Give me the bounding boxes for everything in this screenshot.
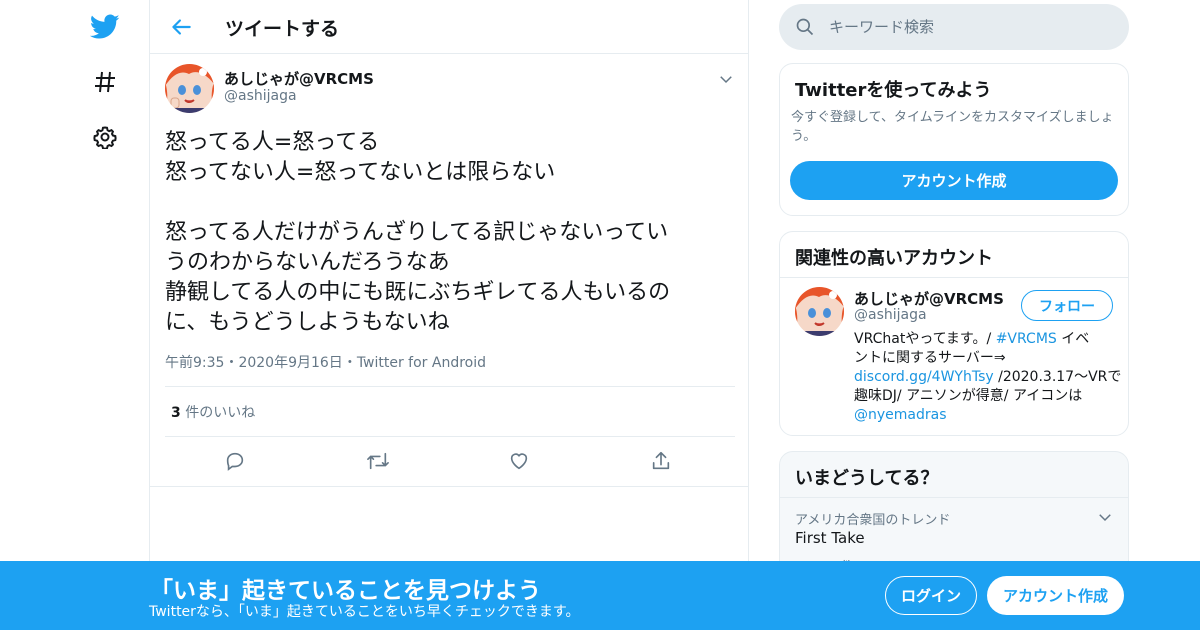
divider <box>165 436 735 437</box>
like-icon[interactable] <box>508 450 532 474</box>
tweet-actions <box>165 450 735 474</box>
banner-title: 「いま」起きていることを見つけよう <box>150 578 541 604</box>
share-icon[interactable] <box>650 450 674 474</box>
meta-separator: ・ <box>342 355 357 371</box>
create-account-button[interactable]: アカウント作成 <box>790 161 1118 200</box>
search-icon <box>795 17 815 37</box>
twitter-logo-icon[interactable] <box>90 12 120 42</box>
bio-url-link[interactable]: discord.gg/4WYhTsy <box>854 369 994 385</box>
page-title: ツイートする <box>225 18 340 40</box>
like-count-label: 件のいいね <box>185 405 256 421</box>
bio-text: VRChatやってます。/ <box>854 331 996 347</box>
divider <box>165 386 735 387</box>
tweet-text-line <box>165 188 735 218</box>
page-header: ツイートする <box>150 0 748 54</box>
trends-card-title: いまどうしてる？ <box>795 468 939 489</box>
chevron-down-icon[interactable] <box>717 70 735 88</box>
author-name[interactable]: あしじゃが@VRCMS <box>224 68 374 89</box>
bio-hashtag-link[interactable]: #VRCMS <box>996 331 1057 347</box>
bio-mention-link[interactable]: @nyemadras <box>854 407 947 423</box>
related-account-handle[interactable]: @ashijaga <box>854 307 927 323</box>
related-account-bio: VRChatやってます。/ #VRCMS イベ ントに関するサーバー⇒ disc… <box>854 330 1122 425</box>
login-button[interactable]: ログイン <box>885 576 977 615</box>
tweet-time[interactable]: 午前9:35 <box>165 355 224 371</box>
bio-text: イベ <box>1056 331 1090 347</box>
hashtag-icon[interactable] <box>90 67 120 97</box>
main-column: ツイートする あしじゃが@VRCMS @ashijaga 怒ってる人=怒ってる … <box>149 0 749 630</box>
banner-subtitle: Twitterなら、「いま」起きていることをいち早くチェックできます。 <box>149 604 580 620</box>
bio-line: VRChatやってます。/ #VRCMS イベ <box>854 330 1119 349</box>
signup-card-title: Twitterを使ってみよう <box>795 80 992 101</box>
tweet-text-line: 怒ってない人=怒ってないとは限らない <box>165 160 556 185</box>
gear-icon[interactable] <box>90 122 120 152</box>
like-count-value: 3 <box>171 405 181 421</box>
tweet-text-line: 静観してる人の中にも既にぶちギレてる人もいるの <box>165 280 671 305</box>
trend-context: アメリカ合衆国のトレンド <box>795 513 951 528</box>
related-card-title: 関連性の高いアカウント <box>795 248 993 269</box>
bio-line: @nyemadras <box>854 406 1119 425</box>
tweet-source[interactable]: Twitter for Android <box>357 355 486 371</box>
tweet-meta: 午前9:35・2020年9月16日・Twitter for Android <box>165 352 486 372</box>
bio-line: ントに関するサーバー⇒ <box>854 350 1006 366</box>
tweet-text-line: 怒ってる人=怒ってる <box>165 130 380 155</box>
signup-button[interactable]: アカウント作成 <box>987 576 1124 615</box>
trend-name: First Take <box>795 529 865 547</box>
signup-card-description: 今すぐ登録して、タイムラインをカスタマイズしましょ う。 <box>791 108 1126 146</box>
chevron-down-icon[interactable] <box>1096 508 1114 526</box>
tweet-text-line: うのわからないんだろうなあ <box>165 250 450 275</box>
bio-line: 趣味DJ/ アニソンが得意/ アイコンは <box>854 388 1083 404</box>
meta-separator: ・ <box>224 355 239 371</box>
related-account-name[interactable]: あしじゃが@VRCMS <box>854 288 1004 309</box>
search-bar <box>779 4 1129 50</box>
signup-description-line: 今すぐ登録して、タイムラインをカスタマイズしましょ <box>791 110 1114 125</box>
tweet-text: 怒ってる人=怒ってる 怒ってない人=怒ってないとは限らない 怒ってる人だけがうん… <box>165 128 735 338</box>
likes-count[interactable]: 3 件のいいね <box>171 402 255 422</box>
follow-button[interactable]: フォロー <box>1021 290 1113 321</box>
avatar[interactable] <box>165 64 214 113</box>
divider <box>150 486 748 487</box>
bio-line: discord.gg/4WYhTsy /2020.3.17～VRで <box>854 368 1122 387</box>
tweet-text-line: 怒ってる人だけがうんざりしてる訳じゃないってい <box>165 220 669 245</box>
bio-text: /2020.3.17～VRで <box>993 369 1122 385</box>
tweet-date[interactable]: 2020年9月16日 <box>238 355 342 371</box>
signup-description-line: う。 <box>791 129 817 144</box>
related-accounts-card: 関連性の高いアカウント あしじゃが@VRCMS @ashijaga フォロー V… <box>779 231 1129 436</box>
divider <box>780 277 1128 278</box>
signup-banner: 「いま」起きていることを見つけよう Twitterなら、「いま」起きていることを… <box>0 561 1200 630</box>
retweet-icon[interactable] <box>366 450 390 474</box>
author-handle[interactable]: @ashijaga <box>224 88 297 104</box>
search-input[interactable] <box>829 4 1119 50</box>
reply-icon[interactable] <box>224 450 248 474</box>
avatar[interactable] <box>795 287 844 336</box>
tweet-text-line: に、もうどうしようもないね <box>165 310 450 335</box>
signup-card: Twitterを使ってみよう 今すぐ登録して、タイムラインをカスタマイズしましょ… <box>779 63 1129 216</box>
back-arrow-icon[interactable] <box>168 14 194 40</box>
